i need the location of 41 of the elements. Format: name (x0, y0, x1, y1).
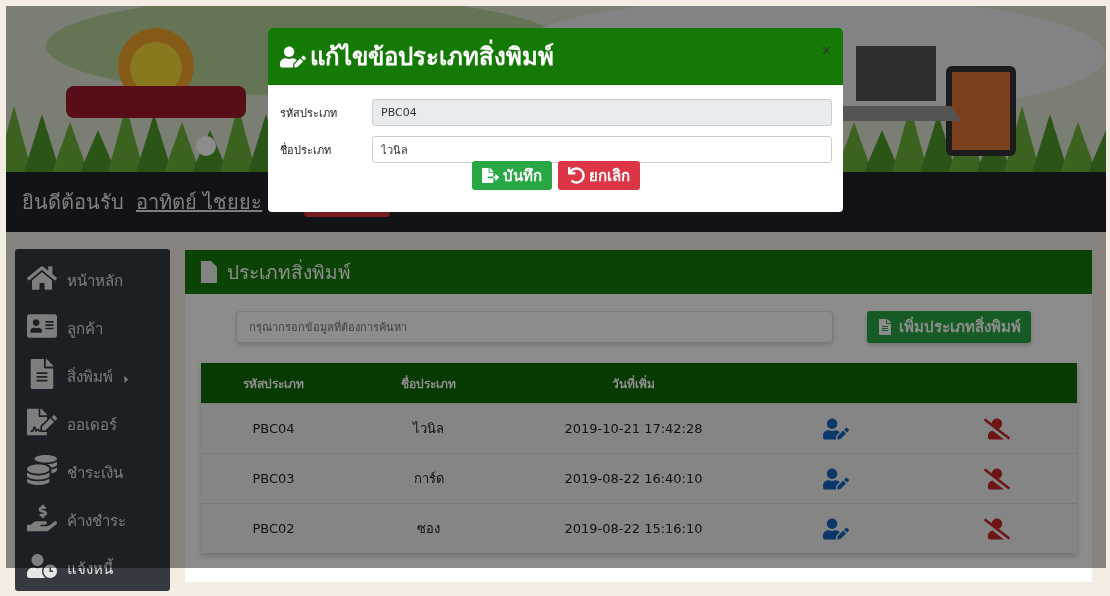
table-cell: PBC02 (252, 521, 295, 536)
table-cell-text: ซอง (417, 520, 440, 538)
table-cell-text: การ์ด (413, 470, 444, 488)
welcome-text: ยินดีต้อนรับ (22, 189, 124, 216)
cancel-button[interactable]: ยกเลิก (558, 161, 640, 190)
search-field[interactable]: กรุณากรอกข้อมูลที่ต้องการค้นหา (236, 311, 833, 343)
column-header: รหัสประเภท (243, 375, 304, 393)
table-cell: PBC03 (252, 471, 295, 486)
table-cell: 2019-10-21 17:42:28 (564, 421, 703, 436)
sidebar-item[interactable]: ค้างชำระ (15, 491, 170, 539)
close-button[interactable]: × (821, 42, 831, 60)
signed-document-icon (25, 407, 59, 437)
panel-title: ประเภทสิ่งพิมพ์ (227, 258, 351, 285)
add-type-button[interactable]: เพิ่มประเภทสิ่งพิมพ์ (867, 311, 1031, 343)
sidebar-item[interactable]: สิ่งพิมพ์ (15, 347, 170, 395)
field-label: ชื่อประเภท (280, 141, 332, 159)
field-label: รหัสประเภท (280, 105, 338, 122)
save-button[interactable]: บันทึก (472, 161, 552, 190)
user-clock-icon (25, 551, 59, 581)
sidebar-item[interactable]: ออเดอร์ (15, 395, 170, 443)
sidebar-item[interactable]: หน้าหลัก (15, 251, 170, 299)
dialog-title: แก้ไขข้อประเภทสิ่งพิมพ์ (310, 37, 554, 76)
undo-icon (568, 167, 585, 184)
column-header: ชื่อประเภท (401, 374, 456, 393)
file-export-icon (482, 167, 499, 184)
table-cell: 2019-08-22 15:16:10 (564, 521, 703, 536)
hand-dollar-icon (25, 503, 59, 533)
table-cell: 2019-08-22 16:40:10 (564, 471, 703, 486)
user-link[interactable]: อาทิตย์ ไชยยะ (136, 186, 263, 218)
document-icon (877, 319, 893, 335)
coins-icon (25, 455, 59, 485)
home-icon (25, 263, 59, 293)
sidebar-item[interactable]: แจ้งหนี้ (15, 539, 170, 587)
table-cell: PBC04 (252, 421, 295, 436)
sidebar-item[interactable]: ชำระเงิน (15, 443, 170, 491)
document-icon (201, 261, 217, 283)
input-field[interactable]: ไวนิล (372, 136, 832, 163)
table-cell-text: ไวนิล (413, 420, 444, 438)
contact-card-icon (25, 311, 59, 341)
column-header: วันที่เพิ่ม (612, 374, 655, 393)
sidebar-item[interactable]: ลูกค้า (15, 299, 170, 347)
